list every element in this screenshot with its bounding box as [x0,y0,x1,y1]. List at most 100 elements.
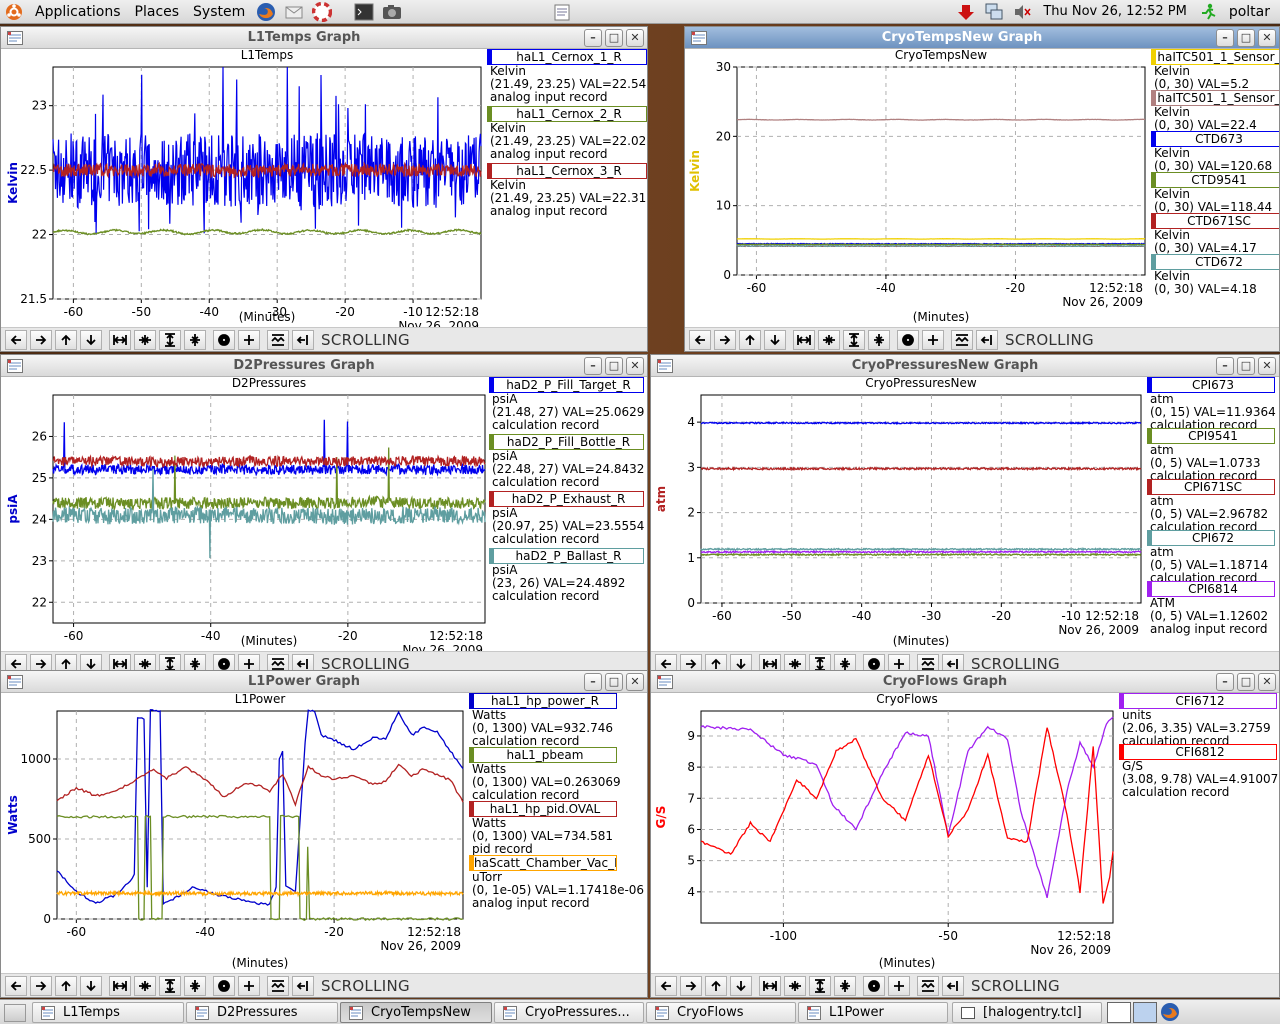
legend-item[interactable]: haD2_P_Ballast_R psiA (23, 26) VAL=24.4892… [489,548,644,605]
taskbar-button[interactable]: CryoTempsNew [340,1002,492,1023]
legend-chip[interactable]: haL1_Cernox_2_R [487,106,647,122]
legend-chip[interactable]: CTD9541 [1151,172,1279,188]
legend-item[interactable]: haD2_P_Fill_Target_R psiA (21.48, 27) VAL=… [489,377,644,434]
up-arrow-button[interactable] [55,329,77,350]
ubuntu-logo-icon[interactable] [4,2,24,22]
minimize-button[interactable]: – [1216,673,1234,691]
down-arrow-button[interactable] [764,329,786,350]
legend-item[interactable]: CFI6812 G/S (3.08, 9.78) VAL=4.91007 calcul… [1119,744,1278,799]
legend-item[interactable]: haD2_P_Exhaust_R psiA (20.97, 25) VAL=23.5… [489,491,644,548]
legend-chip[interactable]: haD2_P_Fill_Bottle_R [489,434,644,450]
target-button[interactable] [897,329,919,350]
zoom-in-x-button[interactable] [109,975,131,996]
minimize-button[interactable]: – [1216,29,1234,47]
legend-chip[interactable]: haL1_Cernox_1_R [487,49,647,65]
legend-item[interactable]: haL1_pbeam Watts (0, 1300) VAL=0.263069 cal… [469,747,621,802]
minimize-button[interactable]: – [584,29,602,47]
legend-chip[interactable]: haD2_P_Exhaust_R [489,491,644,507]
legend-item[interactable]: CTD671SC Kelvin (0, 30) VAL=4.17 [1151,213,1279,255]
legend-chip[interactable]: CTD672 [1151,254,1279,270]
plus-button[interactable] [888,975,910,996]
zoom-in-y-button[interactable] [159,975,181,996]
zoom-out-y-button[interactable] [184,329,206,350]
graph-window[interactable]: L1Temps Graph – □ ✕ L1Temps -60 -50 -40 -30 -20 -1… [0,26,648,352]
target-button[interactable] [863,975,885,996]
legend-chip[interactable]: CTD671SC [1151,213,1279,229]
legend-chip[interactable]: CTD673 [1151,131,1279,147]
auto-scale-button[interactable] [951,329,973,350]
legend-chip[interactable]: haL1_hp_power_R [469,693,617,709]
plus-button[interactable] [238,975,260,996]
window-app-icon[interactable] [657,675,673,689]
legend-chip[interactable]: haD2_P_Fill_Target_R [489,377,644,393]
graph-window[interactable]: L1Power Graph – □ ✕ L1Power -60 -40 -20 0 500 1000… [0,670,648,998]
window-titlebar[interactable]: CryoFlows Graph – □ ✕ [651,671,1279,693]
help-icon[interactable] [312,1,333,22]
legend-item[interactable]: haL1_Cernox_1_R Kelvin (21.49, 23.25) VAL=… [487,49,647,106]
user-runner-icon[interactable] [1198,2,1218,22]
window-app-icon[interactable] [7,675,23,689]
minimize-button[interactable]: – [1216,357,1234,375]
legend-chip[interactable]: haScatt_Chamber_Vac_R [469,855,617,871]
maximize-button[interactable]: □ [1237,357,1255,375]
scroll-back-button[interactable] [976,329,998,350]
scroll-back-button[interactable] [942,975,964,996]
zoom-in-x-button[interactable] [109,329,131,350]
taskbar-button[interactable]: L1Power [798,1002,948,1023]
right-arrow-button[interactable] [714,329,736,350]
window-titlebar[interactable]: L1Power Graph – □ ✕ [1,671,647,693]
maximize-button[interactable]: □ [1237,29,1255,47]
left-arrow-button[interactable] [655,975,677,996]
up-arrow-button[interactable] [705,975,727,996]
taskbar-button[interactable]: D2Pressures [186,1002,338,1023]
scroll-back-button[interactable] [292,329,314,350]
left-arrow-button[interactable] [5,975,27,996]
maximize-button[interactable]: □ [605,357,623,375]
maximize-button[interactable]: □ [1237,673,1255,691]
network-icon[interactable] [984,2,1004,22]
taskbar-button[interactable]: [halogentry.tcl] [952,1002,1102,1023]
legend-item[interactable]: CPI671SC atm (0, 5) VAL=2.96782 calculation… [1147,479,1275,534]
zoom-out-y-button[interactable] [834,975,856,996]
legend-item[interactable]: haL1_hp_pid.OVAL Watts (0, 1300) VAL=734.5… [469,801,617,856]
auto-scale-button[interactable] [267,975,289,996]
down-arrow-button[interactable] [80,329,102,350]
legend-item[interactable]: haScatt_Chamber_Vac_R uTorr (0, 1e-05) VAL… [469,855,644,910]
legend-item[interactable]: CTD9541 Kelvin (0, 30) VAL=118.44 [1151,172,1279,214]
close-button[interactable]: ✕ [1258,29,1276,47]
taskbar-button[interactable]: CryoFlows [646,1002,796,1023]
scroll-back-button[interactable] [292,975,314,996]
legend-item[interactable]: CTD672 Kelvin (0, 30) VAL=4.18 [1151,254,1279,296]
zoom-out-x-button[interactable] [784,975,806,996]
auto-scale-button[interactable] [917,975,939,996]
volume-muted-icon[interactable] [1012,2,1032,22]
workspace-1[interactable] [1107,1002,1131,1023]
legend-chip[interactable]: CFI6712 [1119,693,1277,709]
target-button[interactable] [213,329,235,350]
zoom-out-x-button[interactable] [818,329,840,350]
firefox-icon[interactable] [256,2,276,22]
zoom-in-y-button[interactable] [809,975,831,996]
notes-icon[interactable] [552,2,572,22]
terminal-icon[interactable] [354,2,374,22]
screenshot-icon[interactable] [382,2,402,22]
legend-item[interactable]: haITC501_1_Sensor_ Kelvin (0, 30) VAL=22.4 [1151,90,1279,132]
window-app-icon[interactable] [7,359,23,373]
graph-window[interactable]: D2Pressures Graph – □ ✕ D2Pressures -60 -40 -20… [0,354,648,676]
legend-item[interactable]: CPI673 atm (0, 15) VAL=11.9364 calculation … [1147,377,1276,432]
window-titlebar[interactable]: CryoTempsNew Graph – □ ✕ [685,27,1279,49]
right-arrow-button[interactable] [30,975,52,996]
window-app-icon[interactable] [691,31,707,45]
graph-window[interactable]: CryoTempsNew Graph – □ ✕ CryoTempsNew -60 -40 -… [684,26,1280,352]
left-arrow-button[interactable] [5,329,27,350]
legend-chip[interactable]: CPI9541 [1147,428,1275,444]
workspace-2[interactable] [1133,1002,1157,1023]
legend-chip[interactable]: CPI671SC [1147,479,1275,495]
zoom-out-y-button[interactable] [868,329,890,350]
maximize-button[interactable]: □ [605,29,623,47]
target-button[interactable] [213,975,235,996]
legend-item[interactable]: haL1_Cernox_2_R Kelvin (21.49, 23.25) VAL=… [487,106,647,163]
update-icon[interactable] [956,2,976,22]
minimize-button[interactable]: – [584,357,602,375]
zoom-in-y-button[interactable] [843,329,865,350]
